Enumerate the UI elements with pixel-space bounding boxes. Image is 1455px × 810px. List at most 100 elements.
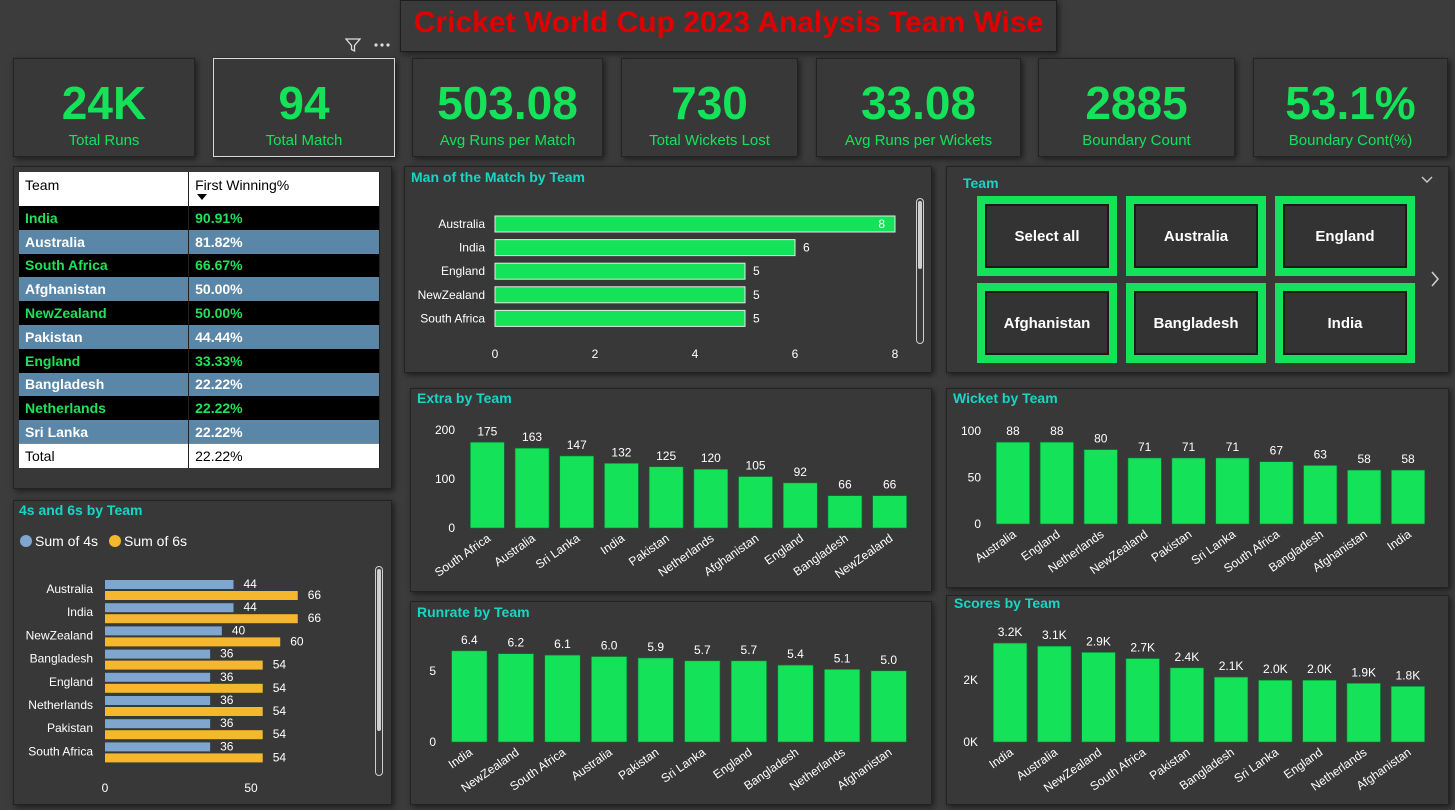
kpi-avg-runs-per-match[interactable]: 503.08 Avg Runs per Match: [412, 58, 603, 157]
x-tick-label: South Africa: [432, 531, 493, 580]
bar: [591, 656, 628, 743]
table-row[interactable]: Bangladesh 22.22%: [19, 372, 380, 397]
x-tick-label: 6: [792, 347, 799, 361]
bar: [105, 591, 298, 600]
kpi-boundary-percent[interactable]: 53.1% Boundary Cont(%): [1253, 58, 1448, 157]
bar: [494, 309, 746, 327]
y-tick-label: NewZealand: [418, 288, 485, 302]
table-row[interactable]: India 90.91%: [19, 206, 380, 230]
slicer-australia-button[interactable]: Australia: [1126, 196, 1266, 276]
y-tick-label: India: [459, 241, 485, 255]
y-tick-label: 100: [435, 472, 455, 486]
kpi-label: Avg Runs per Wickets: [844, 132, 993, 149]
table-row[interactable]: Afghanistan 50.00%: [19, 277, 380, 302]
team-cell: Australia: [19, 229, 190, 254]
bar: [684, 660, 721, 743]
bar: [827, 495, 863, 529]
scores-title: Scores by Team: [954, 595, 1061, 611]
kpi-total-runs[interactable]: 24K Total Runs: [13, 58, 195, 157]
chevron-right-icon[interactable]: [1430, 270, 1440, 288]
bar: [1127, 457, 1162, 525]
winning-percent-cell: 50.00%: [188, 301, 380, 325]
filter-icon[interactable]: [345, 37, 361, 53]
data-label: 54: [273, 704, 287, 718]
x-tick-label: 0: [102, 781, 109, 795]
kpi-boundary-count[interactable]: 2885 Boundary Count: [1038, 58, 1235, 157]
slicer-bangladesh-button[interactable]: Bangladesh: [1126, 283, 1266, 363]
data-label: 147: [567, 438, 587, 452]
motm-scrollbar[interactable]: [916, 198, 924, 344]
scores-chart: 0K2K3.2KIndia3.1KAustralia2.9KNewZealand…: [963, 625, 1425, 795]
data-label: 67: [1270, 444, 1284, 458]
bar: [494, 239, 796, 257]
column-header-label: First Winning%: [195, 177, 290, 193]
column-header-team[interactable]: Team: [19, 172, 190, 206]
slicer-india-button[interactable]: India: [1275, 283, 1415, 363]
bar: [738, 476, 773, 529]
data-label: 60: [290, 634, 304, 648]
scrollbar-thumb[interactable]: [377, 569, 381, 731]
kpi-total-match[interactable]: 94 Total Match: [213, 58, 395, 157]
table-row[interactable]: NewZealand 50.00%: [19, 301, 380, 325]
slicer-england-button[interactable]: England: [1275, 196, 1415, 276]
bar: [693, 468, 729, 529]
kpi-label: Boundary Cont(%): [1288, 132, 1413, 149]
data-label: 2.9K: [1086, 634, 1111, 648]
kpi-avg-runs-per-wicket[interactable]: 33.08 Avg Runs per Wickets: [816, 58, 1021, 157]
bar: [105, 580, 234, 589]
y-tick-label: 0K: [963, 735, 978, 749]
bar: [1081, 652, 1116, 743]
chevron-down-icon[interactable]: [1421, 176, 1433, 184]
bar: [105, 753, 263, 763]
x-tick-label: 0: [492, 347, 499, 361]
bar: [105, 649, 211, 659]
bar: [730, 660, 767, 743]
table-row[interactable]: Sri Lanka 22.22%: [19, 420, 380, 444]
more-options-icon[interactable]: [373, 37, 391, 53]
team-cell: Bangladesh: [19, 372, 190, 397]
bar: [544, 654, 581, 743]
bar: [1303, 465, 1338, 525]
x-tick-label: 2: [592, 347, 599, 361]
winning-percent-cell: 81.82%: [188, 229, 380, 254]
team-cell: Afghanistan: [19, 277, 190, 302]
wicket-title: Wicket by Team: [953, 390, 1058, 406]
data-label: 80: [1094, 432, 1108, 446]
data-label: 2.4K: [1175, 650, 1200, 664]
legend-label: Sum of 4s: [35, 533, 98, 549]
team-cell: Pakistan: [19, 324, 190, 349]
fours-sixes-scrollbar[interactable]: [375, 566, 383, 776]
legend-marker: [20, 535, 32, 547]
y-tick-label: 100: [961, 424, 981, 438]
bar: [1391, 469, 1426, 525]
data-label: 175: [477, 424, 497, 438]
y-tick-label: India: [67, 605, 93, 619]
slicer-afghanistan-button[interactable]: Afghanistan: [977, 283, 1117, 363]
kpi-label: Total Runs: [68, 132, 140, 149]
total-value-cell: 22.22%: [188, 443, 380, 468]
data-label: 1.9K: [1351, 665, 1376, 679]
bar: [1258, 679, 1293, 743]
bar: [782, 482, 818, 529]
slicer-select-all-button[interactable]: Select all: [977, 196, 1117, 276]
bar: [1259, 461, 1294, 525]
y-tick-label: 50: [968, 471, 982, 485]
bar: [1083, 449, 1118, 525]
bar: [1346, 682, 1381, 743]
data-label: 71: [1138, 440, 1152, 454]
data-label: 6: [803, 241, 810, 255]
y-tick-label: South Africa: [28, 744, 93, 758]
bar: [494, 215, 896, 233]
table-row[interactable]: South Africa 66.67%: [19, 253, 380, 278]
dashboard-title: Cricket World Cup 2023 Analysis Team Wis…: [413, 6, 1044, 39]
table-row[interactable]: Pakistan 44.44%: [19, 324, 380, 349]
y-tick-label: Australia: [438, 217, 485, 231]
column-header-first-winning[interactable]: First Winning%: [188, 172, 380, 206]
kpi-total-wickets-lost[interactable]: 730 Total Wickets Lost: [621, 58, 798, 157]
y-tick-label: Netherlands: [28, 698, 93, 712]
table-row[interactable]: England 33.33%: [19, 348, 380, 373]
table-row[interactable]: Australia 81.82%: [19, 229, 380, 254]
scrollbar-thumb[interactable]: [918, 201, 922, 269]
table-row[interactable]: Netherlands 22.22%: [19, 396, 380, 421]
y-tick-label: South Africa: [420, 311, 485, 325]
